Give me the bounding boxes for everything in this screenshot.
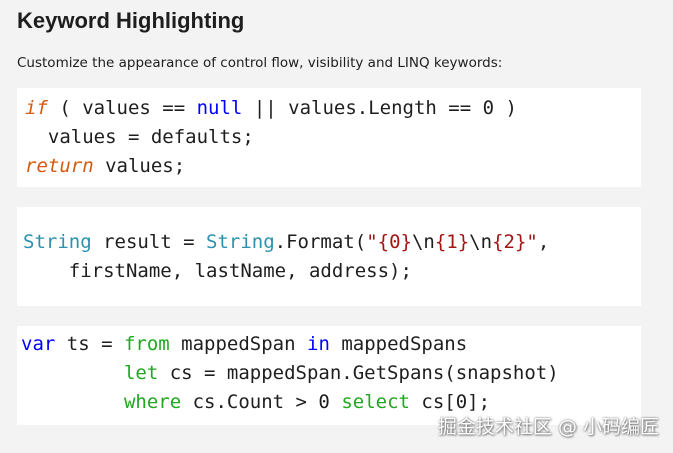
code-token-plain: firstName, lastName, address); (23, 260, 412, 282)
code-token-type: String (206, 231, 275, 253)
code-token-plain: , (537, 231, 550, 253)
code-line: String result = String.Format("{0}\n{1}\… (23, 228, 549, 257)
code-token-keyword: var (21, 333, 56, 355)
code-token-plain: || values.Length == 0 ) (242, 97, 517, 119)
code-token-string: {1} (434, 231, 470, 253)
code-token-plain: mappedSpan (169, 333, 308, 355)
code-token-plain: \n (411, 231, 435, 253)
page-description: Customize the appearance of control flow… (17, 55, 503, 71)
code-sample-linq: var ts = from mappedSpan in mappedSpans … (17, 326, 641, 425)
code-line: firstName, lastName, address); (23, 257, 549, 286)
code-line: return values; (25, 152, 517, 181)
page-title: Keyword Highlighting (17, 8, 245, 33)
code-line: let cs = mappedSpan.GetSpans(snapshot) (21, 359, 559, 388)
code-token-plain: cs = mappedSpan.GetSpans(snapshot) (158, 362, 559, 384)
code-line: var ts = from mappedSpan in mappedSpans (21, 330, 559, 359)
code-line: values = defaults; (25, 123, 517, 152)
code-block: if ( values == null || values.Length == … (25, 94, 517, 181)
code-line: where cs.Count > 0 select cs[0]; (21, 388, 559, 417)
code-token-control-flow: return (25, 155, 94, 177)
code-token-plain: .Format( (274, 231, 367, 253)
code-token-string: {2}" (492, 231, 538, 253)
code-block: String result = String.Format("{0}\n{1}\… (23, 228, 549, 286)
code-token-plain: cs.Count > 0 (181, 391, 342, 413)
code-token-linq: let (123, 362, 159, 384)
code-sample-string-format: String result = String.Format("{0}\n{1}\… (17, 207, 641, 306)
code-token-plain: \n (469, 231, 493, 253)
code-token-plain: values; (93, 155, 186, 177)
code-token-plain: cs[0]; (409, 391, 491, 413)
code-token-plain: values = defaults; (25, 126, 254, 148)
code-block: var ts = from mappedSpan in mappedSpans … (21, 330, 559, 417)
code-token-plain: result = (91, 231, 207, 253)
code-token-linq: where (123, 391, 182, 413)
code-token-linq: from (123, 333, 170, 355)
code-token-keyword: in (307, 333, 330, 355)
code-token-keyword: null (196, 97, 243, 119)
code-line: if ( values == null || values.Length == … (25, 94, 517, 123)
code-token-plain: ts = (55, 333, 124, 355)
watermark: 掘金技术社区 @ 小码编匠 (437, 416, 659, 438)
code-token-type: String (23, 231, 92, 253)
code-token-string: "{0} (366, 231, 412, 253)
code-sample-control-flow: if ( values == null || values.Length == … (17, 88, 641, 187)
code-token-control-flow: if (25, 97, 48, 119)
code-token-linq: select (341, 391, 410, 413)
code-token-plain: mappedSpans (329, 333, 468, 355)
code-token-plain: ( values == (47, 97, 197, 119)
